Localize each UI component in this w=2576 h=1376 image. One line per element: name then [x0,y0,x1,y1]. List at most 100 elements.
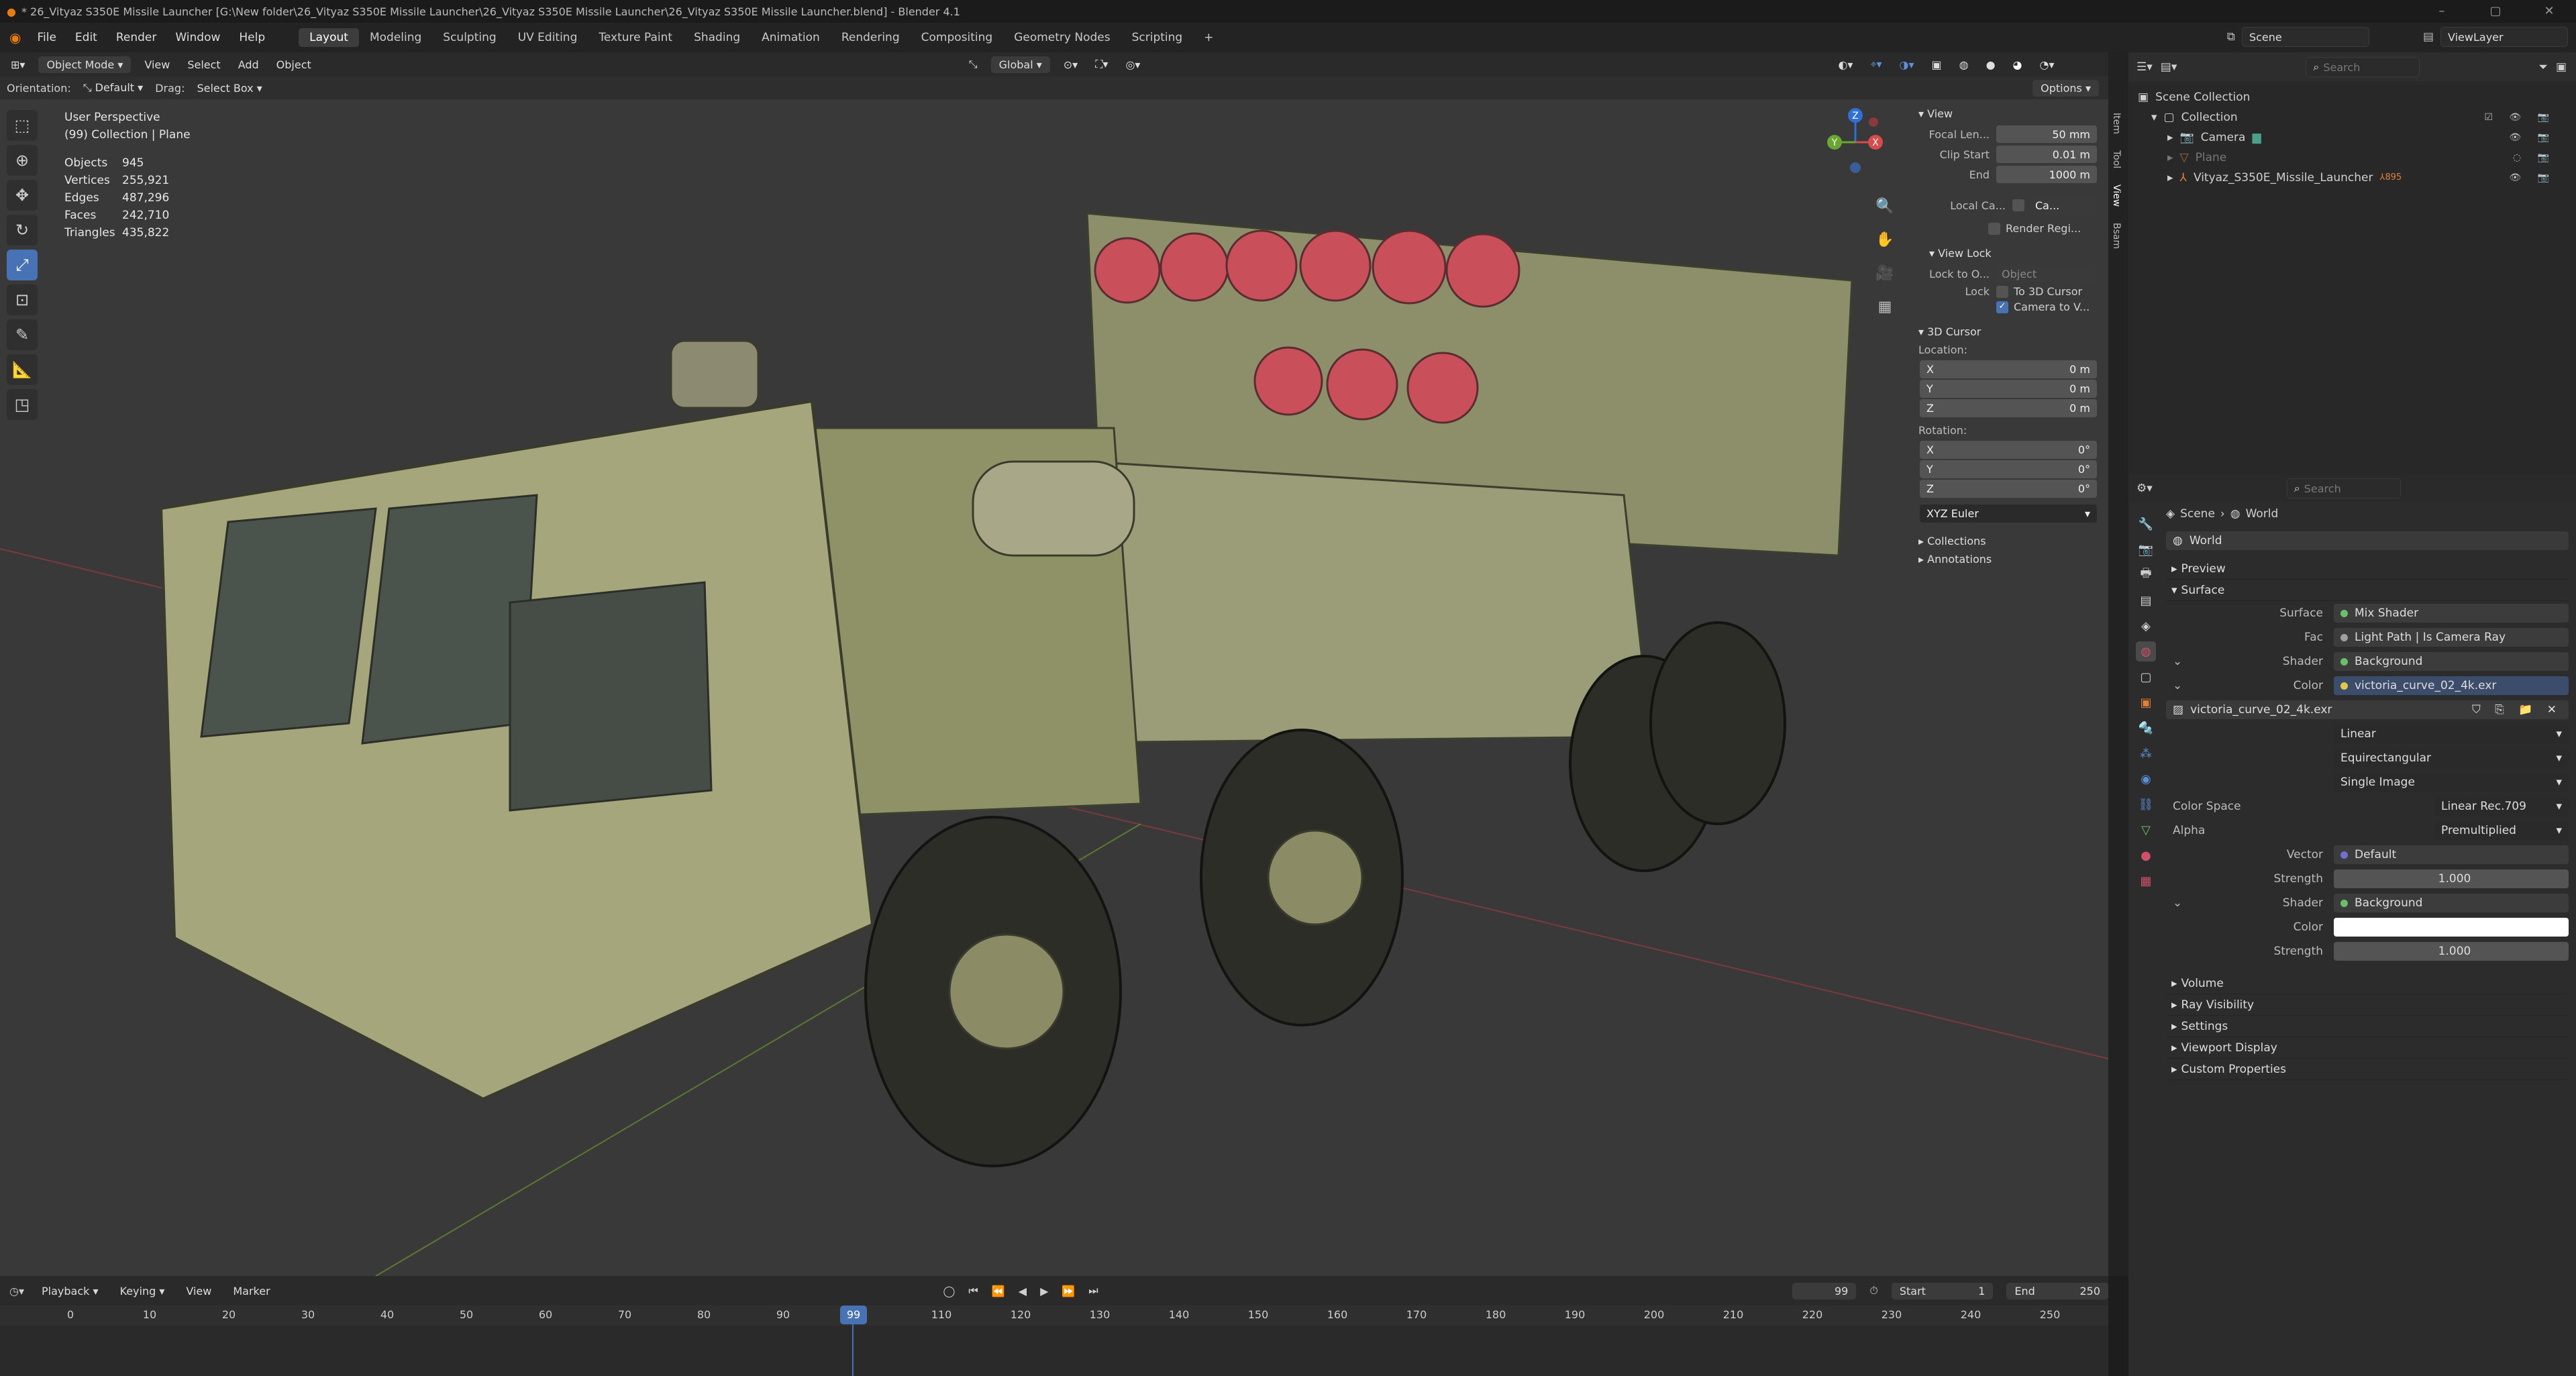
visibility-toggles[interactable]: 👁 📷 [2509,168,2556,188]
interpolation-dropdown[interactable]: Linear ▾ [2334,725,2569,743]
object-tab-icon[interactable]: ▣ [2136,692,2156,712]
options-dropdown[interactable]: Options ▾ [2032,79,2099,97]
navigation-gizmo[interactable]: Z X Y [1825,107,1886,174]
tab-item[interactable]: Item [2111,113,2122,134]
strength2-field[interactable]: 1.000 [2334,942,2569,961]
chevron-down-icon[interactable]: ⌄ [2166,679,2182,692]
tab-geometry-nodes[interactable]: Geometry Nodes [1003,28,1121,47]
tool-tab-icon[interactable]: 🔧 [2136,514,2156,534]
scene-tab-icon[interactable]: ◈ [2136,616,2156,636]
tab-animation[interactable]: Animation [751,28,831,47]
chevron-down-icon[interactable]: ⌄ [2166,655,2182,668]
drag-dropdown[interactable]: Select Box ▾ [193,82,266,95]
cursor-rotation-y[interactable]: Y 0° [1920,460,2097,478]
tab-uv-editing[interactable]: UV Editing [507,28,588,47]
zoom-icon[interactable]: 🔍 [1872,193,1898,219]
outliner-search-input[interactable]: ⌕ Search [2306,57,2420,77]
image-actions-icons[interactable]: ⛉ ⎘ 📁 ✕ [2472,703,2562,717]
shading-rendered-icon[interactable]: ◔▾ [2036,58,2059,71]
vector-field[interactable]: Default [2334,845,2569,864]
missile-launcher-truck[interactable] [159,212,1853,1167]
grid-view-icon[interactable]: ▦ [1872,294,1898,319]
view-lock-header[interactable]: ▾ View Lock [1929,247,2097,260]
measure-tool-icon[interactable]: 📐 [7,354,38,385]
current-frame-field[interactable]: 99 [1792,1282,1857,1300]
collection-tab-icon[interactable]: ▢ [2136,667,2156,687]
scene-collection-item[interactable]: ▣ Scene Collection [2138,87,2576,107]
snap-icon[interactable]: ⛶▾ [1091,58,1112,71]
menu-help[interactable]: Help [229,31,274,44]
tab-view[interactable]: View [2111,184,2122,207]
menu-playback[interactable]: Playback ▾ [38,1285,103,1298]
tab-sculpting[interactable]: Sculpting [432,28,507,47]
camera-item[interactable]: ▸ 📷 Camera ▆ 👁 📷 [2138,127,2576,148]
preview-panel-header[interactable]: ▸ Preview [2166,558,2569,580]
shading-solid-icon[interactable]: ● [1982,58,2000,71]
volume-panel-header[interactable]: ▸ Volume [2166,973,2569,994]
ray-visibility-panel-header[interactable]: ▸ Ray Visibility [2166,994,2569,1016]
tab-shading[interactable]: Shading [683,28,751,47]
menu-file[interactable]: File [28,31,65,44]
launcher-item[interactable]: ▸ ⅄ Vityaz_S350E_Missile_Launcher ⅄895 👁 📷 [2138,168,2576,188]
cursor-tool-icon[interactable]: ⊕ [7,145,38,176]
output-tab-icon[interactable]: 🖶 [2136,565,2156,585]
physics-tab-icon[interactable]: ◉ [2136,769,2156,789]
gizmo-toggle-icon[interactable]: ⌖▾ [1866,58,1886,71]
shader2-field[interactable]: Background [2334,894,2569,912]
new-collection-icon[interactable]: ▣ [2556,60,2567,74]
3d-viewport[interactable]: ⊞▾ Object Mode ▾ View Select Add Object … [0,52,2108,1276]
modifier-tab-icon[interactable]: 🔩 [2136,718,2156,738]
cursor-location-y[interactable]: Y0 m [1920,380,2097,398]
cursor-location-z[interactable]: Z0 m [1920,399,2097,417]
view-layer-tab-icon[interactable]: ▤ [2136,590,2156,611]
add-workspace-icon[interactable]: + [1193,28,1224,47]
add-cube-tool-icon[interactable]: ◳ [7,389,38,420]
outliner-editor-icon[interactable]: ☰▾ [2136,60,2153,74]
camera-to-view-checkbox[interactable]: ✓ [1996,301,2008,313]
collections-header[interactable]: ▸ Collections [1918,535,2097,547]
clip-start-field[interactable]: 0.01 m [1996,146,2097,163]
render-tab-icon[interactable]: 📷 [2136,539,2156,560]
collection-item[interactable]: ▾ ▢ Collection ☑ 👁 📷 [2138,107,2576,127]
3d-cursor-header[interactable]: ▾ 3D Cursor [1918,325,2097,338]
plane-item[interactable]: ▸ ▽ Plane ◌ 📷 [2138,148,2576,168]
scene-field[interactable]: Scene [2241,27,2369,47]
surface-field[interactable]: Mix Shader [2334,604,2569,623]
filter-icon[interactable]: ⏷ [2538,60,2548,74]
menu-select[interactable]: Select [183,58,224,71]
projection-dropdown[interactable]: Equirectangular ▾ [2334,749,2569,768]
texture-tab-icon[interactable]: ▦ [2136,871,2156,891]
visibility-toggles[interactable]: ◌ 📷 [2513,148,2556,168]
view-section-header[interactable]: ▾ View [1918,107,2097,120]
custom-properties-panel-header[interactable]: ▸ Custom Properties [2166,1059,2569,1080]
cursor-location-x[interactable]: X0 m [1920,360,2097,378]
frame-ruler[interactable]: 0 10 20 30 40 50 60 70 80 90 110 120 130… [0,1306,2108,1326]
environment-texture-field[interactable]: victoria_curve_02_4k.exr [2334,676,2569,695]
particles-tab-icon[interactable]: ⁂ [2136,743,2156,763]
menu-window[interactable]: Window [166,31,229,44]
properties-search-input[interactable]: ⌕ Search [2286,478,2401,498]
tab-compositing[interactable]: Compositing [911,28,1004,47]
select-box-tool-icon[interactable]: ⬚ [7,110,38,141]
menu-marker[interactable]: Marker [229,1285,274,1298]
tab-layout[interactable]: Layout [299,28,359,47]
background-color-swatch[interactable] [2334,918,2569,937]
start-frame-field[interactable]: Start 1 [1891,1282,1994,1300]
lock-object-field[interactable]: Object [1996,265,2097,282]
visibility-icon[interactable]: ◐▾ [1834,58,1857,71]
annotations-header[interactable]: ▸ Annotations [1918,553,2097,566]
transform-orientation-dropdown[interactable]: Global ▾ [990,56,1050,73]
view-layer-field[interactable]: ViewLayer [2440,27,2568,47]
auto-keying-icon[interactable]: ◯ [943,1285,956,1298]
play-icon[interactable]: ▶ [1040,1285,1048,1298]
color-space-dropdown[interactable]: Linear Rec.709 ▾ [2434,797,2569,816]
xray-icon[interactable]: ▣ [1927,58,1945,71]
editor-type-icon[interactable]: ⊞▾ [7,58,29,71]
to-cursor-checkbox[interactable] [1996,285,2008,298]
render-region-checkbox[interactable] [1988,222,2000,235]
strength-field[interactable]: 1.000 [2334,869,2569,888]
overlay-toggle-icon[interactable]: ◑▾ [1895,58,1918,71]
orientation-dropdown[interactable]: ⤡ Default ▾ [79,81,147,95]
tab-tool[interactable]: Tool [2111,150,2122,168]
camera-view-icon[interactable]: 🎥 [1872,260,1898,286]
